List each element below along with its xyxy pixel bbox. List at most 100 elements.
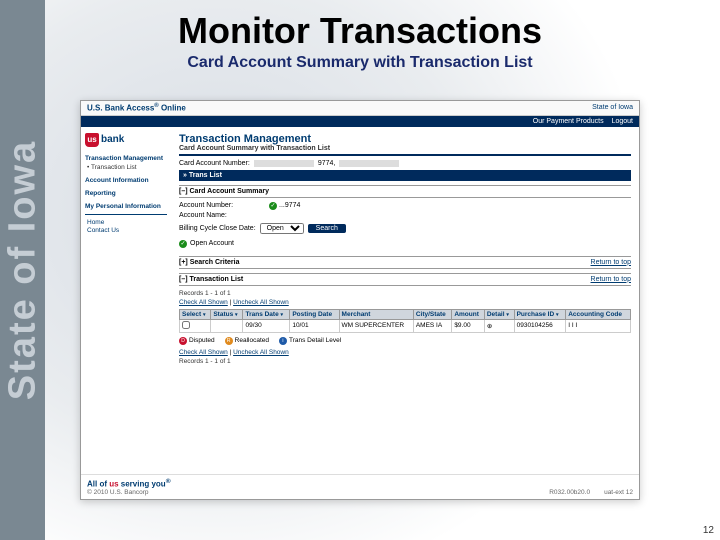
check-all-link-2[interactable]: Check All Shown [179,349,228,356]
col-amount[interactable]: Amount [452,309,485,319]
nav-home[interactable]: Home [87,219,167,226]
cell-posting-date: 10/01 [290,319,339,332]
open-account-legend: ✓ Open Account [179,240,631,248]
cell-select[interactable] [180,319,211,332]
footer-tagline: All of us serving you® [87,478,171,489]
cell-detail[interactable]: ⊕ [484,319,514,332]
col-city-state[interactable]: City/State [413,309,452,319]
disputed-icon: D [179,337,187,345]
slide-sidebar: State of Iowa [0,0,45,540]
cell-status [211,319,243,332]
footer-copyright: © 2010 U.S. Bancorp [87,489,171,496]
sort-icon: ▾ [506,312,509,318]
cell-accounting-code[interactable]: I I I [566,319,631,332]
nav-payment-products[interactable]: Our Payment Products [533,118,604,125]
legend-trans-detail: Trans Detail Level [289,337,341,344]
product-text: U.S. Bank Access [87,104,154,113]
sort-icon: ▾ [556,312,559,318]
page-title: Transaction Management [179,133,631,145]
nav-contact-us[interactable]: Contact Us [87,227,167,234]
trans-detail-icon: i [279,337,287,345]
col-status[interactable]: Status ▾ [211,309,243,319]
tenant-name: State of Iowa [592,104,633,111]
col-posting-date[interactable]: Posting Date [290,309,339,319]
usbank-shield-icon: us [85,133,99,147]
nav-section-reporting[interactable]: Reporting [85,190,167,197]
usbank-wordmark: bank [101,134,124,145]
billing-cycle-row: Billing Cycle Close Date: Open Search [179,223,631,234]
col-merchant[interactable]: Merchant [339,309,413,319]
sort-icon: ▾ [203,312,206,318]
trans-list-bar[interactable]: » Trans List [179,170,631,181]
nav-logout[interactable]: Logout [612,118,633,125]
return-top-link-2[interactable]: Return to top [591,276,631,283]
slide-page-number: 12 [703,525,714,536]
product-suffix: Online [161,104,186,113]
card-account-summary-header[interactable]: [–] Card Account Summary [179,185,631,198]
account-number-value: ✓...9774 [269,202,631,210]
uncheck-all-link[interactable]: Uncheck All Shown [233,299,289,306]
sort-icon: ▾ [235,312,238,318]
check-all-link[interactable]: Check All Shown [179,299,228,306]
footer-col: uat-ext 12 [604,489,633,496]
col-select[interactable]: Select ▾ [180,309,211,319]
legend-row: DDisputed RReallocated iTrans Detail Lev… [179,337,631,345]
open-account-label: Open Account [190,240,234,247]
table-row: 09/30 10/01 WM SUPERCENTER AMES IA $9.00… [180,319,631,332]
status-open-icon: ✓ [269,202,277,210]
main-panel: Transaction Management Card Account Summ… [171,127,639,373]
nav-section-account-info[interactable]: Account Information [85,177,167,184]
check-all-row: Check All Shown | Uncheck All Shown [179,299,631,306]
card-account-masked2 [339,160,399,167]
account-name-label: Account Name: [179,212,269,219]
col-purchase-id[interactable]: Purchase ID ▾ [514,309,566,319]
left-nav: Transaction Management • Transaction Lis… [85,155,167,234]
card-account-row: Card Account Number: 9774, [179,160,631,167]
transaction-table: Select ▾ Status ▾ Trans Date ▾ Posting D… [179,309,631,333]
reg-mark: ® [154,103,158,109]
cell-purchase-id: 0930104256 [514,319,566,332]
cell-city-state: AMES IA [413,319,452,332]
search-criteria-header[interactable]: [+] Search Criteria Return to top [179,256,631,269]
uncheck-all-link-2[interactable]: Uncheck All Shown [233,349,289,356]
nav-section-my-personal-info[interactable]: My Personal Information [85,203,167,210]
search-button[interactable]: Search [308,224,346,233]
legend-disputed: Disputed [189,337,215,344]
col-trans-date[interactable]: Trans Date ▾ [243,309,290,319]
nav-section-tm[interactable]: Transaction Management [85,155,167,162]
tl-toggle[interactable]: [–] Transaction List [179,276,243,283]
left-panel: us bank Transaction Management • Transac… [81,127,171,373]
account-number-text: ...9774 [279,202,300,209]
slide-subtitle: Card Account Summary with Transaction Li… [0,54,720,72]
cell-merchant: WM SUPERCENTER [339,319,413,332]
page-subtitle: Card Account Summary with Transaction Li… [179,145,631,156]
sort-icon: ▾ [281,312,284,318]
open-account-icon: ✓ [179,240,187,248]
card-account-masked [254,160,314,167]
usbank-logo: us bank [85,133,167,147]
billing-cycle-select[interactable]: Open [260,223,304,234]
card-account-label: Card Account Number: [179,160,250,167]
return-top-link[interactable]: Return to top [591,259,631,266]
col-accounting-code[interactable]: Accounting Code [566,309,631,319]
row-checkbox[interactable] [182,321,190,329]
account-name-value [269,212,631,219]
slide-title: Monitor Transactions [0,10,720,52]
screenshot-footer: All of us serving you® © 2010 U.S. Banco… [81,474,639,499]
app-header: U.S. Bank Access® Online State of Iowa [81,101,639,116]
sc-toggle[interactable]: [+] Search Criteria [179,259,240,266]
col-detail[interactable]: Detail ▾ [484,309,514,319]
embedded-screenshot: U.S. Bank Access® Online State of Iowa O… [80,100,640,500]
records-count: Records 1 - 1 of 1 [179,290,631,297]
account-grid: Account Number: ✓...9774 Account Name: [179,202,631,219]
card-account-suffix: 9774, [318,160,336,167]
nav-item-transaction-list[interactable]: • Transaction List [87,164,167,171]
legend-reallocated: Reallocated [235,337,269,344]
cas-toggle[interactable]: [–] Card Account Summary [179,188,269,195]
billing-cycle-label: Billing Cycle Close Date: [179,225,256,232]
slide-title-block: Monitor Transactions Card Account Summar… [0,10,720,72]
transaction-list-header[interactable]: [–] Transaction List Return to top [179,273,631,286]
sidebar-text: State of Iowa [1,140,44,400]
records-count-bottom: Records 1 - 1 of 1 [179,358,631,365]
check-all-row-bottom: Check All Shown | Uncheck All Shown [179,349,631,356]
